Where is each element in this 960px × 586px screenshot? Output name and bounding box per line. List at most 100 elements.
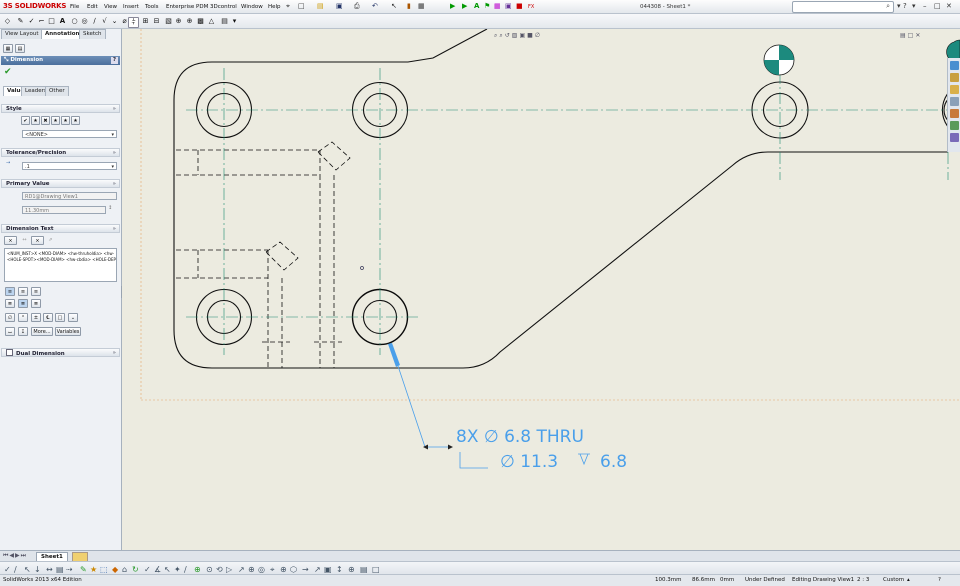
- magnetic-line-icon[interactable]: ∕: [90, 17, 99, 26]
- close-icon[interactable]: ✕: [946, 2, 952, 10]
- save-icon[interactable]: ▣: [336, 2, 343, 10]
- area-hatch-icon[interactable]: ▩: [196, 17, 205, 26]
- centerline-icon[interactable]: ⊕: [185, 17, 194, 26]
- view-palette-icon[interactable]: [950, 97, 959, 106]
- collapse-icon[interactable]: »: [113, 105, 116, 114]
- dimension-text-header[interactable]: Dimension Text»: [1, 224, 120, 233]
- dual-dimension-header[interactable]: Dual Dimension»: [1, 348, 120, 357]
- addin-grid-icon[interactable]: ▦: [494, 2, 501, 10]
- note-icon[interactable]: □: [47, 17, 56, 26]
- text-inspection-icon[interactable]: ⨯: [31, 236, 44, 245]
- menu-insert[interactable]: Insert: [123, 4, 139, 10]
- previous-view-icon[interactable]: ↺: [505, 32, 512, 39]
- tab-sketch[interactable]: Sketch: [79, 29, 106, 39]
- menu-file[interactable]: File: [70, 4, 79, 10]
- degree-symbol-icon[interactable]: °: [18, 313, 28, 322]
- tolerance-header[interactable]: Tolerance/Precision»: [1, 148, 120, 157]
- model-items-icon[interactable]: ✎: [16, 17, 25, 26]
- sheet-scale[interactable]: 2 : 3: [857, 575, 869, 586]
- datum-target-icon[interactable]: ⊟: [152, 17, 161, 26]
- menu-view[interactable]: View: [104, 4, 117, 10]
- tab-view-layout[interactable]: View Layout: [1, 29, 43, 39]
- menu-enterprise-pdm[interactable]: Enterprise PDM: [166, 4, 208, 10]
- format-painter-icon[interactable]: ⌐: [37, 17, 46, 26]
- property-manager-icon[interactable]: ▤: [15, 44, 25, 53]
- undo-icon[interactable]: ↶: [372, 2, 378, 10]
- text-offset-icon[interactable]: ⇗: [45, 236, 56, 245]
- smart-dimension-icon[interactable]: ◇: [3, 17, 12, 26]
- auto-balloon-icon[interactable]: ◎: [80, 17, 89, 26]
- hole-callout-leader[interactable]: [388, 343, 590, 468]
- restore-icon[interactable]: □: [934, 2, 941, 10]
- search-icon[interactable]: ⌕: [886, 2, 890, 11]
- counterbore-icon[interactable]: ⌴: [5, 327, 15, 336]
- spell-check-icon[interactable]: ✓: [27, 17, 36, 26]
- resources-icon[interactable]: [950, 61, 959, 70]
- surface-finish-icon[interactable]: √: [100, 17, 109, 26]
- collapse-icon[interactable]: »: [113, 225, 116, 234]
- dimension-value-field[interactable]: 11.30mm: [22, 206, 106, 214]
- forward-icon[interactable]: ▶: [462, 2, 467, 10]
- pushpin-icon[interactable]: ⌖: [286, 2, 290, 11]
- custom-properties-icon[interactable]: [950, 121, 959, 130]
- collapse-icon[interactable]: »: [113, 149, 116, 158]
- tile-icon[interactable]: ▤: [900, 32, 908, 39]
- sketch-point[interactable]: [361, 267, 364, 270]
- hole-outer[interactable]: [752, 82, 808, 138]
- align-middle-icon[interactable]: ≣: [18, 299, 28, 308]
- feature-manager-icon[interactable]: ▦: [3, 44, 13, 53]
- note-a-icon[interactable]: A: [58, 17, 67, 26]
- center-mark-icon[interactable]: ⊕: [174, 17, 183, 26]
- open-folder-icon[interactable]: ▤: [317, 2, 324, 10]
- unit-dropdown-icon[interactable]: ▴: [907, 575, 910, 586]
- tab-other[interactable]: Other: [45, 86, 69, 96]
- callout-diameter[interactable]: ∅ 11.3: [500, 452, 558, 472]
- text-center-icon[interactable]: ↔: [19, 236, 30, 245]
- addin-red-icon[interactable]: ■: [516, 2, 523, 10]
- geometric-tolerance-icon[interactable]: ⫩: [128, 17, 139, 28]
- search-dropdown-icon[interactable]: ▾: [897, 2, 901, 10]
- style-header[interactable]: Style»: [1, 104, 120, 113]
- callout-depth[interactable]: 6.8: [600, 452, 627, 472]
- menu-3dcontrol[interactable]: 3Dcontrol: [210, 4, 237, 10]
- addin-fx-icon[interactable]: FX: [528, 4, 534, 10]
- justify-center-icon[interactable]: ≡: [18, 287, 28, 296]
- help-dropdown-icon[interactable]: ▾: [912, 2, 916, 10]
- menu-help[interactable]: Help: [268, 4, 281, 10]
- design-library-icon[interactable]: [950, 73, 959, 82]
- style-load-icon[interactable]: ★: [61, 116, 70, 125]
- style-select[interactable]: <NONE>▾: [22, 130, 117, 138]
- property-help-icon[interactable]: ?: [111, 57, 118, 64]
- more-symbols-button[interactable]: More...: [31, 327, 53, 336]
- dimension-name-field[interactable]: RD1@Drawing View1: [22, 192, 117, 200]
- style-save-icon[interactable]: ★: [51, 116, 60, 125]
- collapse-icon[interactable]: »: [113, 180, 116, 189]
- datum-feature-icon[interactable]: ⊞: [141, 17, 150, 26]
- align-bottom-icon[interactable]: ≣: [31, 299, 41, 308]
- unit-system[interactable]: Custom: [883, 575, 904, 586]
- align-top-icon[interactable]: ≣: [5, 299, 15, 308]
- depth-icon[interactable]: ↧: [18, 327, 28, 336]
- tab-annotation[interactable]: Annotation: [41, 29, 83, 39]
- plus-minus-icon[interactable]: ±: [31, 313, 41, 322]
- pdm-icon[interactable]: [950, 133, 959, 142]
- print-icon[interactable]: ⎙: [354, 2, 360, 11]
- display-style-icon[interactable]: ■: [527, 32, 535, 39]
- drawing-canvas[interactable]: 8X ∅ 6.8 THRU ∅ 11.3 6.8 ⌕⌕↺▧▣■∅ ▤□✕: [122, 29, 960, 550]
- diameter-symbol-icon[interactable]: ∅: [5, 313, 15, 322]
- addin-a-icon[interactable]: A: [474, 2, 479, 10]
- dimension-text-area[interactable]: <NUM_INST>X <MOD-DIAM> <hw-thruholdia> <…: [4, 248, 117, 282]
- square-symbol-icon[interactable]: □: [55, 313, 65, 322]
- minimize-icon[interactable]: –: [923, 2, 927, 10]
- file-explorer-icon[interactable]: [950, 85, 959, 94]
- help-icon[interactable]: ?: [903, 2, 907, 10]
- addin-flag-icon[interactable]: ⚑: [484, 2, 490, 10]
- hide-show-icon[interactable]: ∅: [535, 32, 542, 39]
- ok-checkmark-icon[interactable]: ✔: [4, 67, 12, 77]
- search-input[interactable]: ⌕: [792, 1, 894, 13]
- style-favorite-icon[interactable]: ★: [71, 116, 80, 125]
- variables-button[interactable]: Variables: [55, 327, 81, 336]
- sheet-nav-icons[interactable]: ⏮◀▶⏭: [3, 552, 27, 560]
- leader-arrowhead[interactable]: [388, 343, 400, 367]
- menu-tools[interactable]: Tools: [145, 4, 159, 10]
